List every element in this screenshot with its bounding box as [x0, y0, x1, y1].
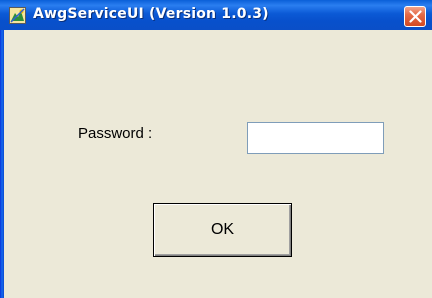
close-icon: [409, 10, 422, 23]
password-label: Password :: [78, 125, 153, 142]
title-bar[interactable]: AwgServiceUI (Version 1.0.3): [0, 0, 432, 30]
login-dialog-window: AwgServiceUI (Version 1.0.3) Password : …: [0, 0, 432, 298]
close-button[interactable]: [404, 6, 426, 27]
dialog-client-area: [4, 30, 432, 298]
app-icon: [9, 7, 26, 24]
window-title: AwgServiceUI (Version 1.0.3): [33, 6, 269, 22]
ok-button[interactable]: OK: [153, 203, 292, 257]
password-field[interactable]: [247, 122, 384, 154]
